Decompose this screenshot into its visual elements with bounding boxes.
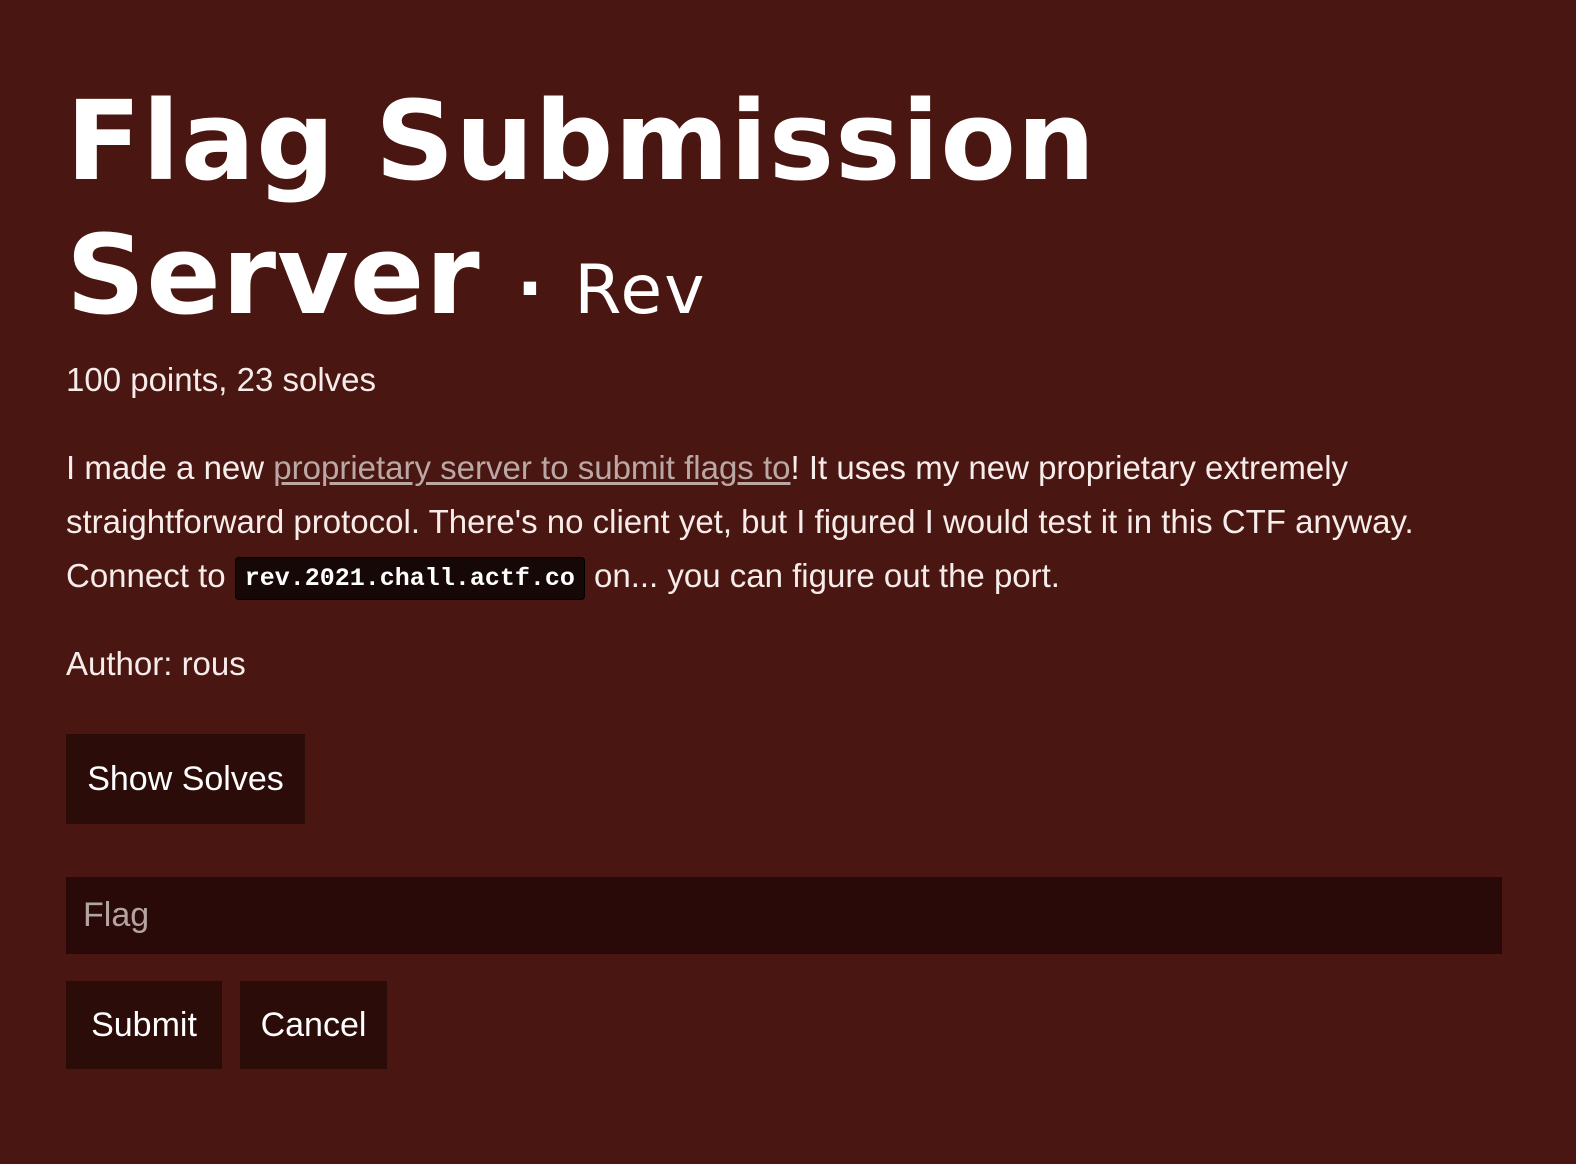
title-separator: · bbox=[516, 248, 545, 330]
description-ending: on... you can figure out the port. bbox=[584, 557, 1060, 594]
challenge-author: Author: rous bbox=[66, 645, 246, 682]
host-code: rev.2021.chall.actf.co bbox=[234, 557, 585, 600]
challenge-category: Rev bbox=[574, 251, 707, 330]
cancel-button[interactable]: Cancel bbox=[240, 981, 387, 1069]
challenge-title: Flag Submission Server · Rev bbox=[66, 74, 1266, 358]
flag-input[interactable] bbox=[66, 877, 1502, 954]
challenge-description: I made a new proprietary server to submi… bbox=[66, 441, 1502, 606]
attachment-link[interactable]: proprietary server to submit flags to bbox=[273, 449, 790, 486]
submit-button[interactable]: Submit bbox=[66, 981, 222, 1069]
description-intro: I made a new bbox=[66, 449, 274, 486]
challenge-stats: 100 points, 23 solves bbox=[66, 361, 377, 398]
show-solves-button[interactable]: Show Solves bbox=[66, 734, 305, 824]
